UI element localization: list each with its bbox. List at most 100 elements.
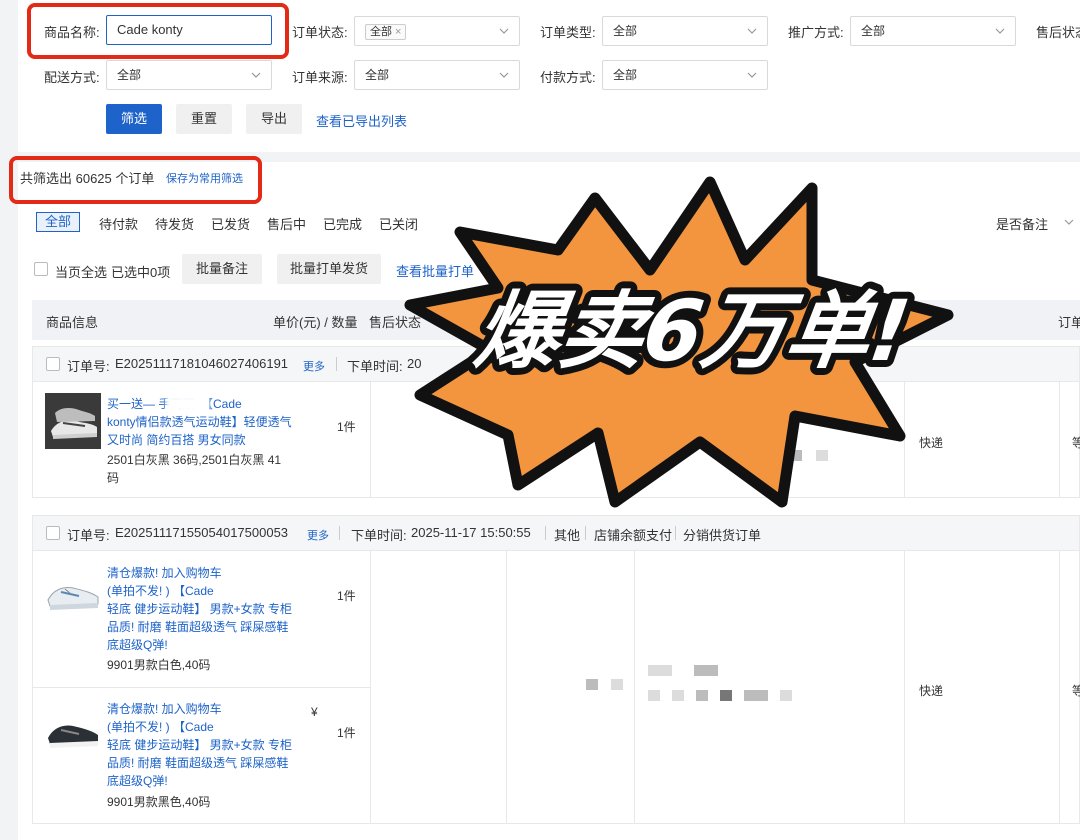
product-title-line[interactable]: 底超级Q弹! <box>107 636 307 654</box>
product-image-shoe <box>47 587 99 610</box>
column-divider <box>370 551 371 823</box>
product-title-line[interactable]: 品质! 耐磨 鞋面超级透气 踩屎感鞋 <box>107 618 307 636</box>
source-value: 全部 <box>365 68 390 82</box>
tab-completed[interactable]: 已完成 <box>323 214 362 233</box>
column-divider <box>370 382 371 497</box>
reset-button[interactable]: 重置 <box>176 104 232 134</box>
delivery-label: 配送方式: <box>44 70 100 85</box>
order-time-label: 下单时间: <box>351 528 407 543</box>
order-no: E20251117155054017500053 <box>115 525 289 540</box>
tab-shipped[interactable]: 已发货 <box>211 214 250 233</box>
product-title-line[interactable]: 底超级Q弹! <box>107 772 307 790</box>
product-image-shoe <box>48 725 98 748</box>
view-exported-link[interactable]: 查看已导出列表 <box>316 111 407 130</box>
product-title-line[interactable]: konty情侣款透气运动鞋】轻便透气 <box>107 413 307 431</box>
order-type-label: 订单类型: <box>540 25 596 40</box>
column-divider <box>1059 551 1060 823</box>
remark-filter[interactable]: 是否备注 <box>996 214 1048 233</box>
th-receipt: 订单 <box>1058 315 1080 330</box>
payment-select[interactable]: 全部 <box>602 60 768 90</box>
redacted-block <box>648 690 660 701</box>
payment-value: 全部 <box>613 68 638 82</box>
chevron-down-icon <box>251 72 261 78</box>
after-sale-label: 售后状态 <box>1036 25 1080 40</box>
tab-after-sale[interactable]: 售后中 <box>267 214 306 233</box>
payment-label: 付款方式: <box>540 70 596 85</box>
burst-headline: 爆卖6万单! <box>469 282 915 380</box>
export-button[interactable]: 导出 <box>246 104 302 134</box>
select-page-label: 当页全选 <box>55 265 108 280</box>
column-divider <box>1059 382 1060 497</box>
redacted-block <box>696 690 708 701</box>
redacted-block <box>744 690 768 701</box>
th-price-qty: 单价(元) / 数量 <box>273 315 358 330</box>
separator <box>336 357 337 371</box>
last-column-value: 等 <box>1072 684 1080 698</box>
chevron-down-icon <box>747 72 757 78</box>
th-product-info: 商品信息 <box>46 315 99 330</box>
chevron-down-icon <box>747 28 757 34</box>
promo-select[interactable]: 全部 <box>850 16 1016 46</box>
redacted-block <box>672 690 684 701</box>
order-checkbox[interactable] <box>46 357 60 371</box>
item-qty: 1件 <box>337 726 356 740</box>
redacted-block <box>780 690 792 701</box>
order-more-link[interactable]: 更多 <box>307 527 329 543</box>
redaction-smudge <box>166 396 210 412</box>
redacted-block <box>586 679 598 690</box>
order-management-page: 商品名称: Cade konty 订单状态: 全部 × 订单类型: 全部 推广方式… <box>0 0 1080 840</box>
order-checkbox[interactable] <box>46 526 60 540</box>
product-sku-line: 2501白灰黑 36码,2501白灰黑 41 <box>107 453 282 467</box>
select-page-checkbox[interactable] <box>34 262 48 276</box>
product-sku: 2501白灰黑 36码,2501白灰黑 41 码 <box>107 451 307 487</box>
order-channel: 其他 <box>554 528 581 543</box>
order-more-link[interactable]: 更多 <box>303 358 325 374</box>
order-type-value: 全部 <box>613 24 638 38</box>
product-sku: 9901男款白色,40码 <box>107 656 307 674</box>
product-image-shoe <box>45 393 101 449</box>
chevron-down-icon <box>1064 219 1074 225</box>
item-qty: 1件 <box>337 589 356 603</box>
tab-all[interactable]: 全部 <box>36 212 81 232</box>
source-select[interactable]: 全部 <box>354 60 520 90</box>
separator <box>339 526 340 540</box>
price-mark: ¥ <box>311 705 318 719</box>
product-sku-line: 9901男款白色,40码 <box>107 658 211 672</box>
tab-pending-payment[interactable]: 待付款 <box>99 214 138 233</box>
column-divider <box>904 551 905 823</box>
filter-button[interactable]: 筛选 <box>106 104 162 134</box>
product-sku: 9901男款黑色,40码 <box>107 793 307 811</box>
order-no: E20251117181046027406191 <box>115 356 289 371</box>
redaction-smudge <box>236 700 308 736</box>
source-label: 订单来源: <box>292 70 348 85</box>
product-title-line[interactable]: 轻底 健步运动鞋】 男款+女款 专柜 <box>107 736 307 754</box>
item-qty: 1件 <box>337 420 356 434</box>
chevron-down-icon <box>499 28 509 34</box>
tab-pending-shipment[interactable]: 待发货 <box>155 214 194 233</box>
order-time-value: 2025-11-17 15:50:55 <box>411 525 531 540</box>
order-kind: 分销供货订单 <box>683 528 762 543</box>
order-no-label: 订单号: <box>67 528 110 543</box>
product-title-line[interactable]: 品质! 耐磨 鞋面超级透气 踩屎感鞋 <box>107 754 307 772</box>
promo-burst-sticker: 爆卖6万单! <box>404 176 954 508</box>
last-column-value: 等 <box>1072 436 1080 450</box>
separator <box>545 526 546 540</box>
product-title-line[interactable]: 轻底 健步运动鞋】 男款+女款 专柜 <box>107 600 307 618</box>
order-status-tag[interactable]: 全部 × <box>365 24 407 40</box>
column-divider <box>506 551 507 823</box>
order-header: 订单号: E20251117155054017500053 更多 下单时间: 2… <box>32 515 1080 551</box>
product-title-line[interactable]: 又时尚 简约百搭 男女同款 <box>107 431 307 449</box>
tag-close-icon[interactable]: × <box>395 26 401 38</box>
row-divider <box>33 687 370 688</box>
bulk-print-button[interactable]: 批量打单发货 <box>277 254 381 284</box>
order-status-select[interactable]: 全部 × <box>354 16 520 46</box>
promo-label: 推广方式: <box>788 25 844 40</box>
chevron-down-icon <box>995 28 1005 34</box>
separator <box>585 526 586 540</box>
order-type-select[interactable]: 全部 <box>602 16 768 46</box>
delivery-select[interactable]: 全部 <box>106 60 272 90</box>
chevron-down-icon <box>499 72 509 78</box>
redacted-block <box>720 690 732 701</box>
bulk-remark-button[interactable]: 批量备注 <box>182 254 262 284</box>
product-sku-line: 9901男款黑色,40码 <box>107 795 211 809</box>
